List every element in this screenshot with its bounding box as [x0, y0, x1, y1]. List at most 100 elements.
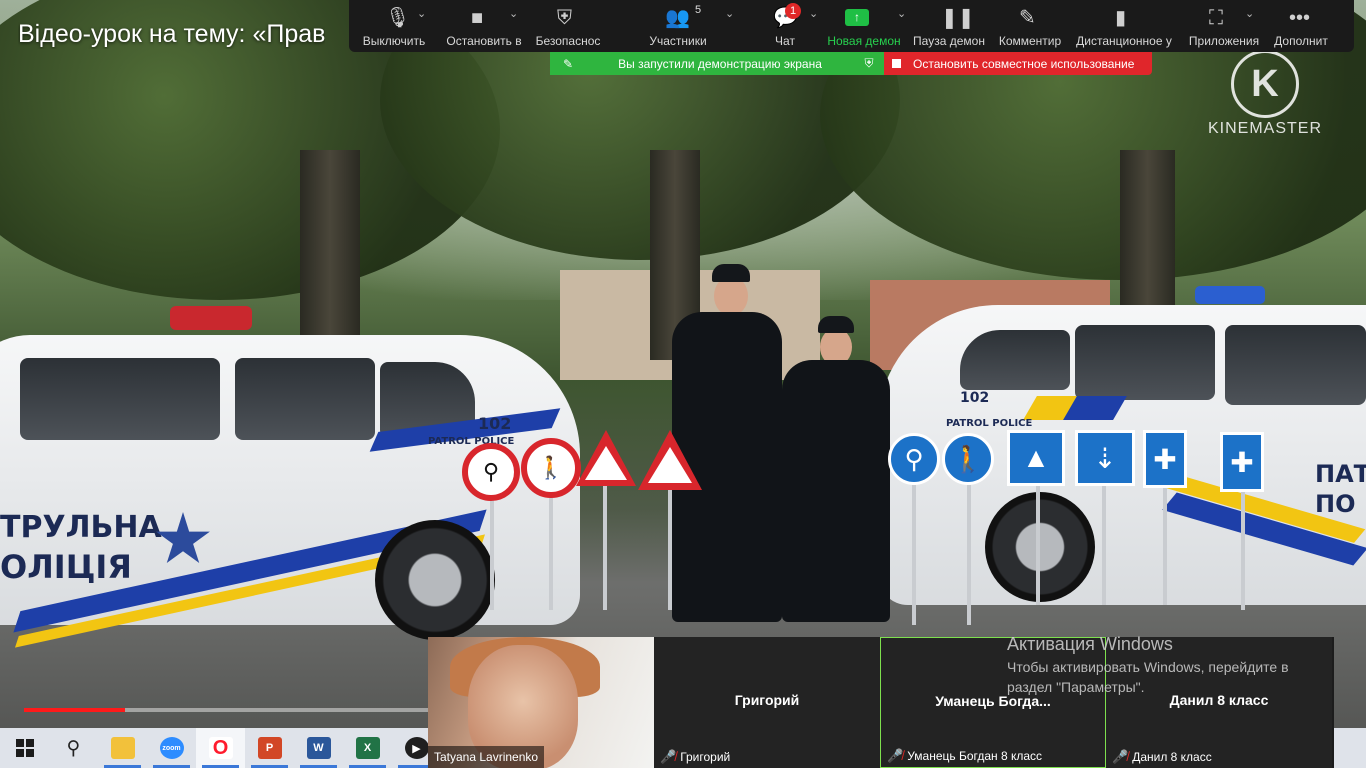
share-message: Вы запустили демонстрацию экрана — [618, 56, 822, 71]
video-title: Відео-урок на тему: «Прав — [18, 20, 326, 48]
participant-gallery: Tatyana Lavrinenko Григорий 🎤̸ Григорий … — [428, 637, 1334, 768]
mute-button[interactable]: 🎙 ⌄ Выключить — [349, 0, 439, 52]
participant-name: Данил 8 класс — [1132, 750, 1212, 764]
taskbar-excel[interactable]: X — [343, 728, 392, 768]
officer-head — [714, 276, 748, 316]
participants-count: 5 — [695, 4, 702, 16]
car-window — [20, 358, 220, 440]
powerpoint-icon: P — [257, 737, 282, 759]
share-screen-icon: ↑ — [845, 9, 869, 26]
video-progress-bar[interactable] — [24, 708, 428, 712]
more-label: Дополнит — [1274, 34, 1328, 48]
participant-name-label: 🎤̸ Григорий — [654, 746, 736, 768]
kinemaster-watermark: K KINEMASTER — [1200, 50, 1330, 138]
participant-tile[interactable]: Уманець Богда... 🎤̸ Уманець Богдан 8 кла… — [880, 637, 1106, 768]
participant-name-label: Tatyana Lavrinenko — [428, 746, 545, 768]
taskbar-opera[interactable]: O — [196, 728, 245, 768]
apps-icon: ⛶ — [1209, 7, 1223, 29]
pin-icon[interactable]: ✎ — [550, 57, 586, 71]
chat-unread-badge: 1 — [785, 3, 801, 19]
security-button[interactable]: ⛨ Безопаснос — [529, 0, 607, 52]
chevron-down-icon[interactable]: ⌄ — [897, 7, 906, 20]
shield-icon: ⛨ — [557, 7, 572, 29]
pen-icon: ✎ — [1019, 7, 1036, 29]
annotate-label: Комментир — [998, 34, 1062, 48]
remote-control-label: Дистанционное у — [1076, 34, 1172, 48]
more-button[interactable]: ••• Дополнит — [1269, 0, 1333, 52]
mic-muted-icon: 🎤̸ — [887, 748, 904, 763]
light-bar — [170, 306, 252, 330]
participant-tile[interactable]: Григорий 🎤̸ Григорий — [654, 637, 880, 768]
first-aid-sign: ✚ — [1143, 430, 1187, 488]
pause-share-button[interactable]: ❚❚ Пауза демон — [907, 0, 991, 52]
sign-pole — [668, 480, 672, 610]
car-window — [960, 330, 1070, 390]
kinemaster-logo-icon: K — [1231, 50, 1299, 118]
underground-crossing-sign: ⇣ — [1075, 430, 1135, 486]
participant-display-name: Уманець Богда... — [935, 693, 1051, 709]
taskbar-file-explorer[interactable] — [98, 728, 147, 768]
car-phone: 102 — [960, 390, 990, 406]
apps-label: Приложения — [1188, 34, 1260, 48]
start-button[interactable] — [0, 728, 49, 768]
car-text: ОЛІЦІЯ — [0, 548, 132, 586]
new-share-button[interactable]: ↑ ⌄ Новая демон — [821, 0, 907, 52]
sign-pole — [1241, 490, 1245, 610]
police-cap — [712, 264, 750, 282]
apps-button[interactable]: ⛶ ⌄ Приложения — [1179, 0, 1269, 52]
participant-tile-self[interactable]: Tatyana Lavrinenko — [428, 637, 654, 768]
taskbar-powerpoint[interactable]: P — [245, 728, 294, 768]
participants-button[interactable]: 👥 5 ⌄ Участники — [607, 0, 749, 52]
participants-label: Участники — [649, 34, 707, 48]
remote-control-button[interactable]: ▮ Дистанционное у — [1069, 0, 1179, 52]
sign-pole — [1102, 485, 1106, 605]
participant-tile[interactable]: Данил 8 класс 🎤̸ Данил 8 класс — [1106, 637, 1332, 768]
mic-muted-icon: 🎤̸ — [660, 749, 677, 764]
car-wheel — [985, 492, 1095, 602]
chevron-down-icon[interactable]: ⌄ — [509, 7, 518, 20]
bicycle-path-sign: ⚲ — [888, 433, 940, 485]
participant-name-label: 🎤̸ Уманець Богдан 8 класс — [881, 745, 1048, 767]
car-window — [1225, 325, 1366, 405]
police-cap — [818, 316, 854, 333]
microphone-icon: 🎙 — [385, 7, 411, 29]
chevron-down-icon[interactable]: ⌄ — [1245, 7, 1254, 20]
tree-trunk — [300, 150, 360, 340]
taskbar-zoom[interactable]: zoom — [147, 728, 196, 768]
taskbar-word[interactable]: W — [294, 728, 343, 768]
car-text: ПАТ — [1315, 460, 1366, 488]
zoom-meeting-toolbar: 🎙 ⌄ Выключить ■ ⌄ Остановить в ⛨ Безопас… — [349, 0, 1354, 52]
car-text: ТРУЛЬНА — [0, 510, 162, 545]
annotate-button[interactable]: ✎ Комментир — [991, 0, 1069, 52]
stop-video-label: Остановить в — [446, 34, 522, 48]
pedestrian-crossing-sign: ▲ — [1007, 430, 1065, 486]
car-window — [1075, 325, 1215, 400]
sign-pole — [967, 485, 971, 625]
screen-share-banner: ✎ Вы запустили демонстрацию экрана ⛨ — [550, 52, 884, 75]
chevron-down-icon[interactable]: ⌄ — [809, 7, 818, 20]
car-brand: PATROL POLICE — [946, 418, 1033, 429]
stop-video-button[interactable]: ■ ⌄ Остановить в — [439, 0, 529, 52]
pedestrian-path-sign: 🚶 — [942, 433, 994, 485]
stop-share-button[interactable]: Остановить совместное использование — [884, 52, 1152, 75]
participant-name: Григорий — [680, 750, 731, 764]
mouse-icon: ▮ — [1115, 7, 1127, 29]
participant-display-name: Григорий — [734, 692, 800, 708]
watermark-text: KINEMASTER — [1207, 120, 1322, 137]
participant-display-name: Данил 8 класс — [1169, 692, 1269, 708]
video-progress-fill — [24, 708, 125, 712]
chat-label: Чат — [775, 34, 795, 48]
word-icon: W — [306, 737, 331, 759]
search-button[interactable]: ⚲ — [49, 728, 98, 768]
excel-icon: X — [355, 737, 380, 759]
chevron-down-icon[interactable]: ⌄ — [417, 7, 426, 20]
police-officer — [782, 360, 890, 622]
mic-muted-icon: 🎤̸ — [1112, 749, 1129, 764]
chevron-down-icon[interactable]: ⌄ — [725, 7, 734, 20]
pause-share-label: Пауза демон — [913, 34, 985, 48]
opera-icon: O — [208, 737, 233, 759]
chat-button[interactable]: 💬 1 ⌄ Чат — [749, 0, 821, 52]
video-camera-icon: ■ — [471, 7, 484, 29]
more-icon: ••• — [1289, 7, 1311, 29]
no-bicycles-sign: ⚲ — [462, 443, 520, 501]
